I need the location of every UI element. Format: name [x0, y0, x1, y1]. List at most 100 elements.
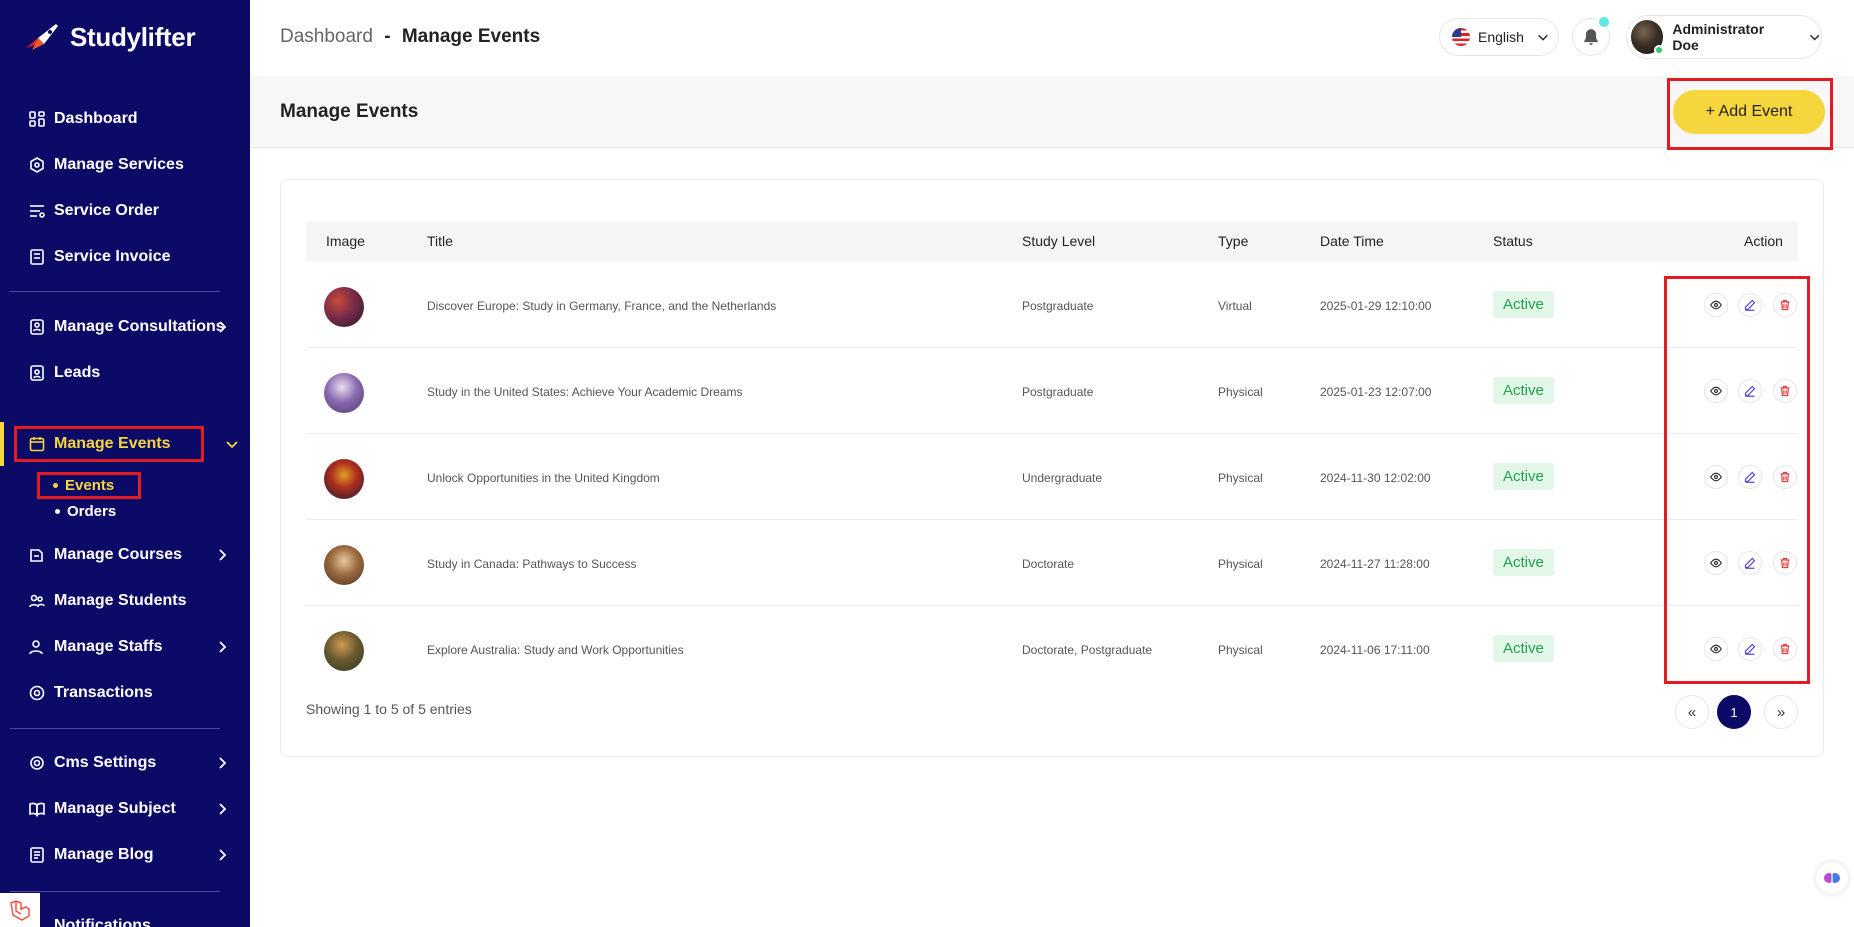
brand-logo[interactable]: Studylifter — [24, 20, 196, 54]
event-thumbnail — [324, 287, 364, 327]
sidebar-item-cms-settings[interactable]: Cms Settings — [10, 743, 242, 783]
table-row: Unlock Opportunities in the United Kingd… — [306, 434, 1798, 520]
add-event-button[interactable]: + Add Event — [1673, 90, 1825, 134]
sidebar-item-manage-courses[interactable]: Manage Courses — [10, 535, 242, 575]
sidebar-item-service-invoice[interactable]: Service Invoice — [10, 237, 242, 277]
status-badge: Active — [1493, 463, 1554, 490]
sidebar-item-dashboard[interactable]: Dashboard — [10, 99, 242, 139]
user-menu[interactable]: Administrator Doe — [1626, 15, 1822, 59]
sidebar-item-leads[interactable]: Leads — [10, 353, 242, 393]
services-icon — [28, 156, 46, 174]
sidebar-label: Manage Events — [54, 435, 171, 452]
brand-name: Studylifter — [70, 21, 196, 52]
event-datetime: 2024-11-06 17:11:00 — [1320, 643, 1430, 657]
table-row: Explore Australia: Study and Work Opport… — [306, 606, 1798, 692]
event-title: Unlock Opportunities in the United Kingd… — [427, 471, 660, 485]
sidebar-label: Cms Settings — [54, 754, 157, 771]
pagination-next[interactable]: » — [1764, 695, 1798, 729]
sidebar-item-service-order[interactable]: Service Order — [10, 191, 242, 231]
sidebar-label: Manage Blog — [54, 846, 154, 863]
actions-highlight — [1664, 276, 1810, 684]
table-row: Study in the United States: Achieve Your… — [306, 348, 1798, 434]
students-icon — [28, 592, 46, 610]
notification-dot — [1599, 17, 1609, 27]
column-header-type: Type — [1218, 233, 1249, 249]
table-info: Showing 1 to 5 of 5 entries — [306, 701, 472, 717]
sidebar-item-manage-events[interactable]: Manage Events — [14, 426, 204, 462]
assistant-brain-icon[interactable] — [1816, 862, 1848, 894]
event-thumbnail — [324, 545, 364, 585]
event-type: Physical — [1218, 557, 1263, 571]
chevron-right-icon — [219, 641, 227, 653]
table-row: Study in Canada: Pathways to Success Doc… — [306, 520, 1798, 606]
pagination-page-1[interactable]: 1 — [1717, 695, 1751, 729]
sidebar-item-manage-staffs[interactable]: Manage Staffs — [10, 627, 242, 667]
sidebar-sublabel: Orders — [67, 503, 117, 520]
sidebar-item-manage-services[interactable]: Manage Services — [10, 145, 242, 185]
sidebar-divider — [10, 291, 220, 292]
sidebar-label: Manage Subject — [54, 800, 176, 817]
chevron-right-icon — [219, 549, 227, 561]
pagination-prev[interactable]: « — [1675, 695, 1709, 729]
column-header-study-level: Study Level — [1022, 233, 1096, 249]
courses-icon — [28, 546, 46, 564]
sidebar-subitem-orders[interactable]: Orders — [55, 503, 116, 520]
column-header-image: Image — [326, 233, 365, 249]
sidebar-divider — [10, 891, 220, 892]
user-name: Administrator Doe — [1672, 21, 1765, 53]
sidebar-subitem-events[interactable]: Events — [37, 472, 142, 499]
column-header-title: Title — [427, 233, 453, 249]
sidebar-divider — [10, 728, 220, 729]
event-title: Study in the United States: Achieve Your… — [427, 385, 743, 399]
us-flag-icon — [1452, 28, 1470, 46]
sidebar-label: Transactions — [54, 684, 153, 701]
calendar-icon — [28, 435, 46, 453]
chevron-down-icon — [1537, 34, 1548, 41]
sidebar-label: Manage Staffs — [54, 638, 163, 655]
event-study-level: Doctorate, Postgraduate — [1022, 643, 1153, 657]
laravel-icon[interactable] — [0, 893, 40, 927]
breadcrumb-current: Manage Events — [401, 26, 541, 47]
event-title: Study in Canada: Pathways to Success — [427, 557, 637, 571]
chevron-down-icon — [226, 441, 238, 449]
breadcrumb-root[interactable]: Dashboard — [280, 26, 373, 47]
breadcrumb-separator: - — [384, 26, 391, 47]
active-indicator — [0, 422, 4, 466]
sidebar-label: Manage Services — [54, 156, 184, 173]
bell-icon — [1584, 29, 1598, 45]
sidebar-item-manage-consultations[interactable]: Manage Consultations — [10, 307, 242, 347]
event-type: Physical — [1218, 385, 1263, 399]
sidebar-label: Dashboard — [54, 110, 138, 127]
status-badge: Active — [1493, 549, 1554, 576]
sidebar-item-notifications[interactable]: Notifications — [10, 906, 242, 927]
sidebar-item-manage-subject[interactable]: Manage Subject — [10, 789, 242, 829]
event-datetime: 2024-11-30 12:02:00 — [1320, 471, 1431, 485]
topbar: Dashboard - Manage Events English Admini… — [250, 0, 1854, 76]
table-row: Discover Europe: Study in Germany, Franc… — [306, 262, 1798, 348]
invoice-icon — [28, 248, 46, 266]
transactions-icon — [28, 684, 46, 702]
event-datetime: 2025-01-23 12:07:00 — [1320, 385, 1432, 399]
add-event-highlight: + Add Event — [1667, 78, 1833, 150]
sidebar-item-manage-students[interactable]: Manage Students — [10, 581, 242, 621]
gear-icon — [28, 754, 46, 772]
event-type: Virtual — [1218, 299, 1252, 313]
sidebar-label: Manage Consultations — [54, 318, 225, 335]
sidebar-label: Manage Students — [54, 592, 187, 609]
event-type: Physical — [1218, 643, 1263, 657]
status-badge: Active — [1493, 377, 1554, 404]
sidebar-item-transactions[interactable]: Transactions — [10, 673, 242, 713]
sidebar-label: Manage Courses — [54, 546, 183, 563]
notification-button[interactable] — [1572, 17, 1610, 56]
event-datetime: 2024-11-27 11:28:00 — [1320, 557, 1430, 571]
language-selector[interactable]: English — [1439, 18, 1559, 56]
online-status-dot — [1654, 45, 1665, 55]
breadcrumb: Dashboard - Manage Events — [280, 26, 540, 48]
leads-icon — [28, 364, 46, 382]
events-table-card: Image Title Study Level Type Date Time S… — [280, 179, 1824, 757]
sidebar-item-manage-blog[interactable]: Manage Blog — [10, 835, 242, 875]
chevron-right-icon — [219, 757, 227, 769]
staff-icon — [28, 638, 46, 656]
column-header-action: Action — [1744, 233, 1783, 249]
event-title: Explore Australia: Study and Work Opport… — [427, 643, 684, 657]
